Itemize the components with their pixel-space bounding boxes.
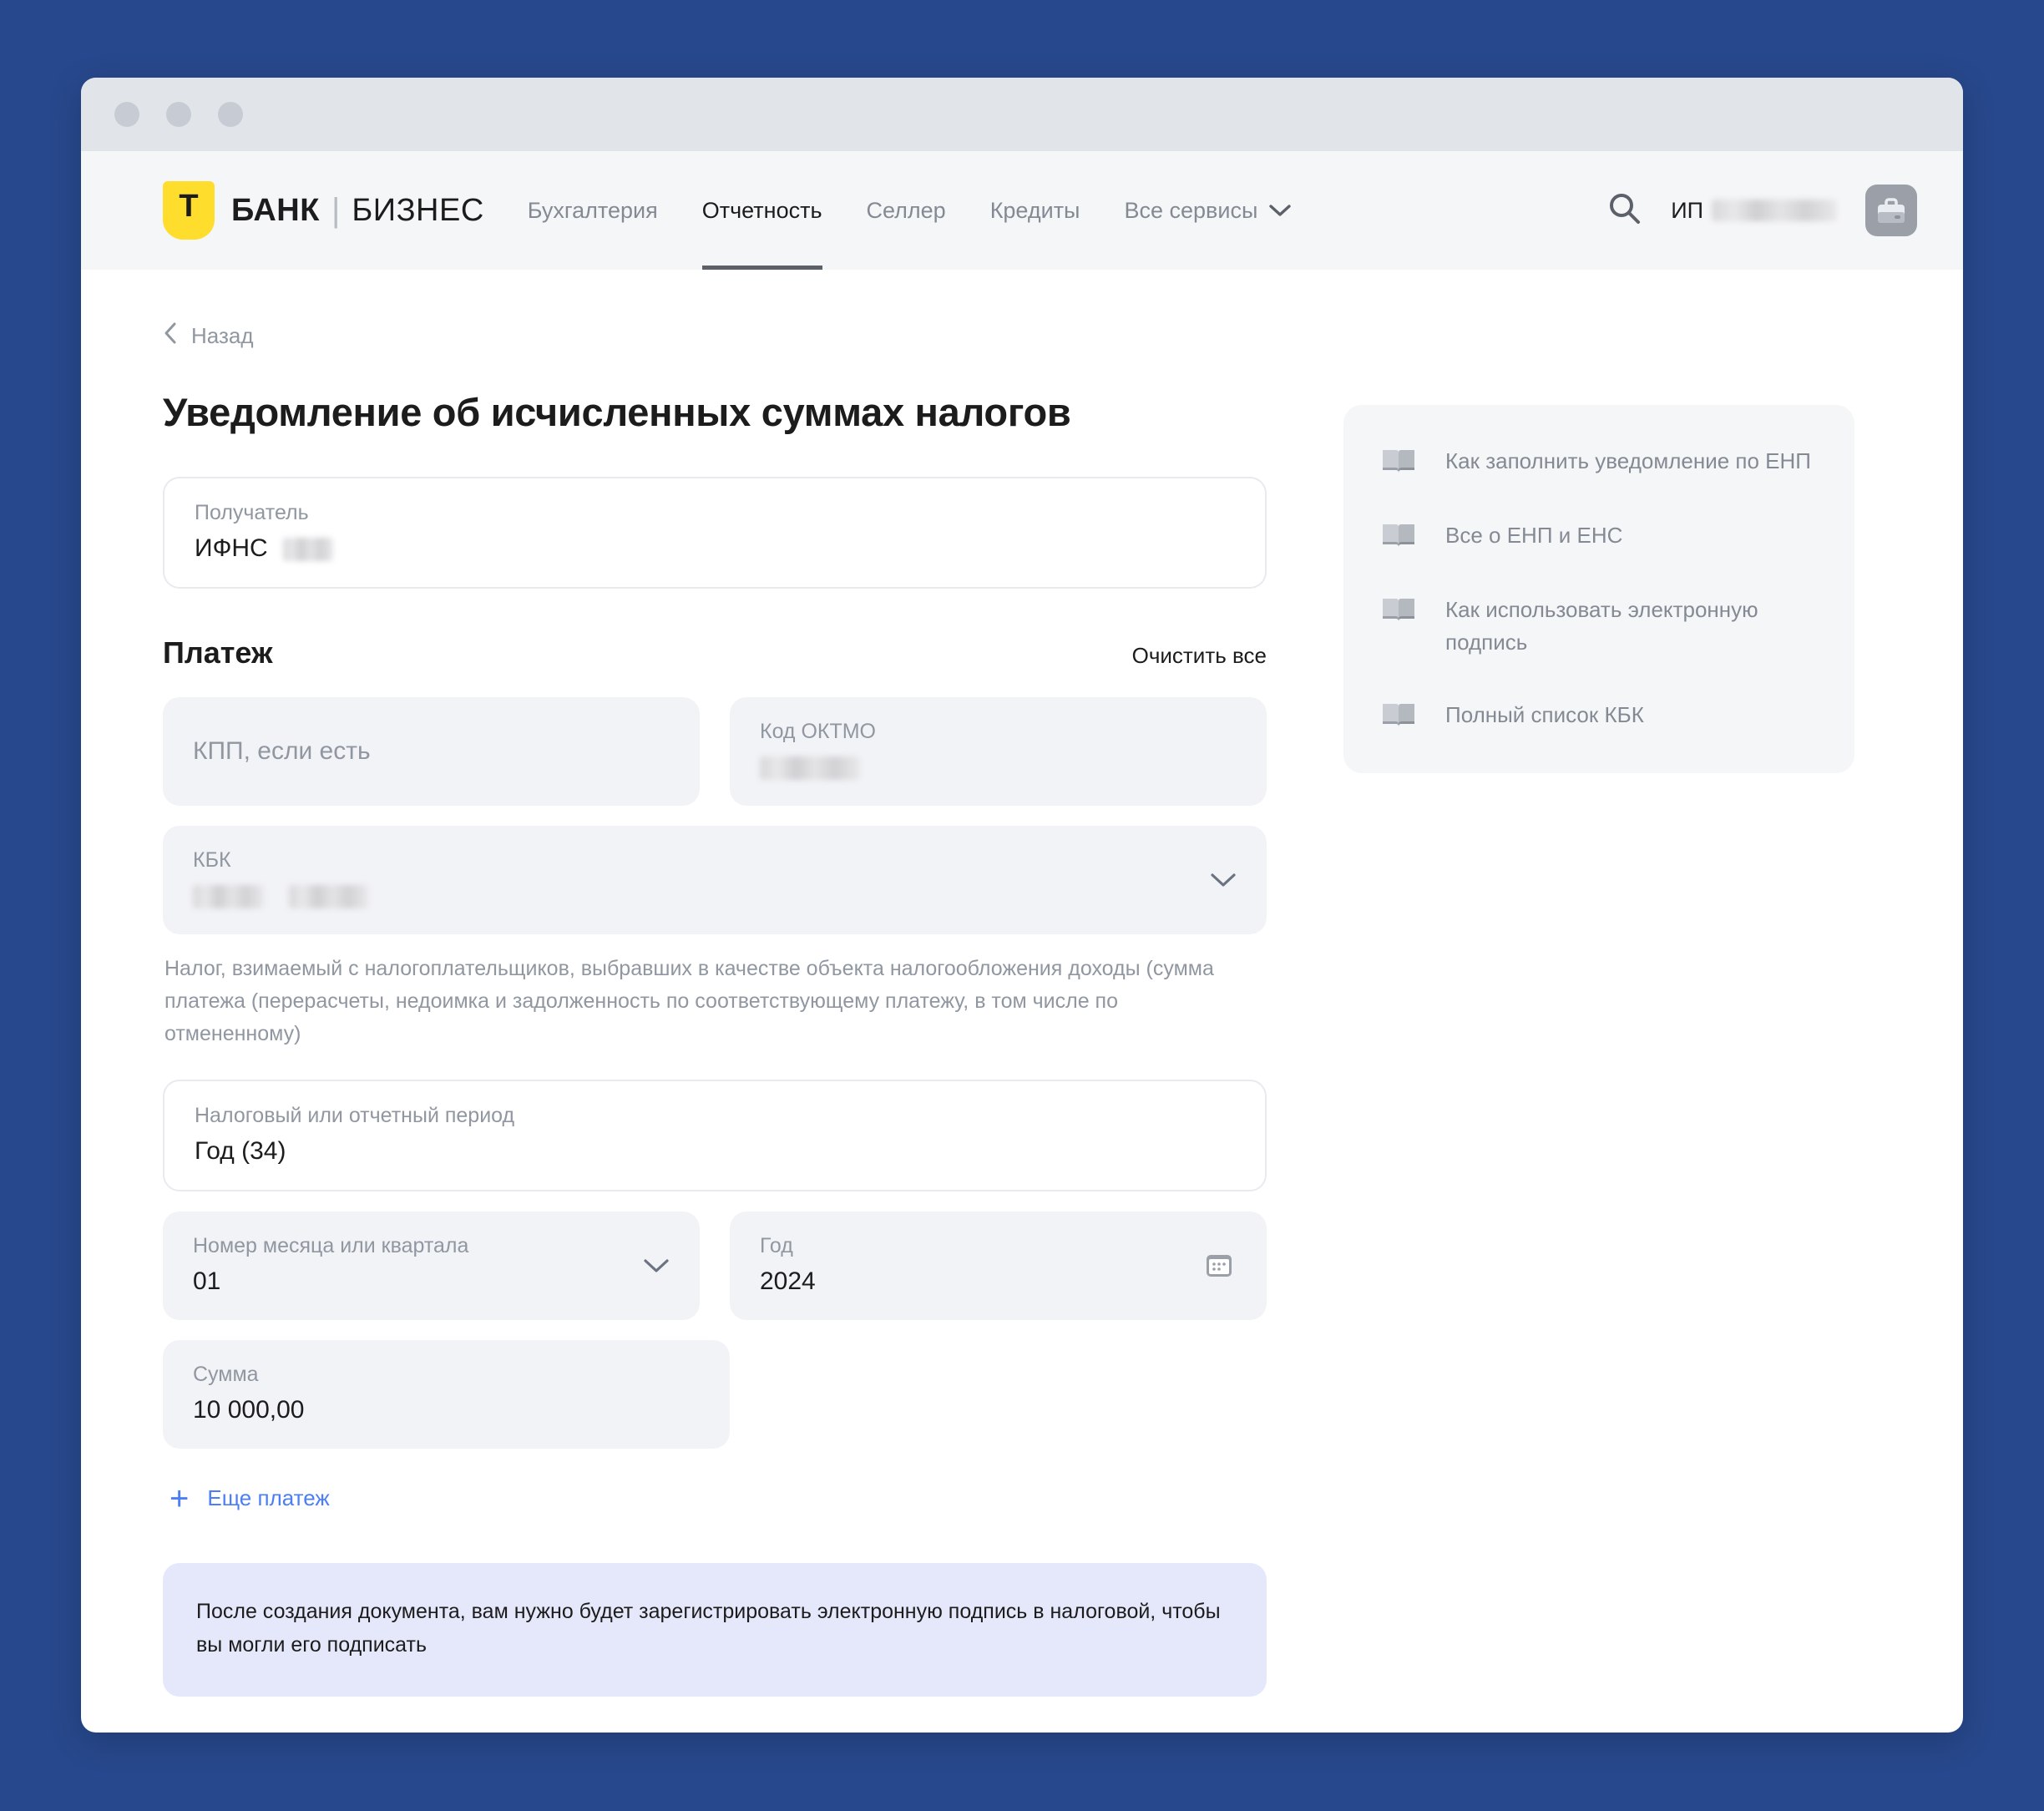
year-value: 2024 <box>760 1267 816 1296</box>
kbk-value <box>193 881 1237 911</box>
year-field[interactable]: Год 2024 <box>730 1212 1267 1321</box>
chevron-down-icon <box>1269 204 1292 217</box>
help-link-about-enp-ens[interactable]: Все о ЕНП и ЕНС <box>1380 518 1818 554</box>
amount-spacer <box>760 1340 1267 1449</box>
period-label: Налоговый или отчетный период <box>195 1104 515 1128</box>
shield-logo-icon: Т <box>163 181 215 240</box>
oktmo-label: Код ОКТМО <box>760 720 877 743</box>
back-link[interactable]: Назад <box>163 321 1267 351</box>
help-link-label: Как использовать электронную подпись <box>1445 597 1758 655</box>
close-dot[interactable] <box>114 102 139 127</box>
user-name-redacted <box>1712 200 1837 221</box>
payment-section-header: Платеж Очистить все <box>163 635 1267 670</box>
user-prefix: ИП <box>1671 197 1703 223</box>
page-content: Назад Уведомление об исчисленных суммах … <box>81 270 1963 1733</box>
amount-label: Сумма <box>193 1363 259 1387</box>
main-navigation: Бухгалтерия Отчетность Селлер Кредиты Вс… <box>528 151 1292 270</box>
book-icon <box>1380 701 1417 733</box>
book-icon <box>1380 595 1417 628</box>
brand-bank-label: БАНК <box>231 193 320 228</box>
nav-item-reporting[interactable]: Отчетность <box>701 151 822 270</box>
help-link-label: Как заполнить уведомление по ЕНП <box>1445 448 1811 473</box>
maximize-dot[interactable] <box>218 102 243 127</box>
help-link-fill-notification[interactable]: Как заполнить уведомление по ЕНП <box>1380 443 1818 479</box>
browser-titlebar <box>81 78 1963 151</box>
help-link-electronic-signature[interactable]: Как использовать электронную подпись <box>1380 592 1818 659</box>
month-quarter-field[interactable]: Номер месяца или квартала 01 <box>163 1212 700 1321</box>
nav-label: Селлер <box>866 197 946 223</box>
recipient-value-redacted <box>283 538 334 562</box>
oktmo-field[interactable]: Код ОКТМО <box>730 697 1267 806</box>
month-quarter-label: Номер месяца или квартала <box>193 1234 469 1258</box>
form-column: Назад Уведомление об исчисленных суммах … <box>163 321 1267 1733</box>
help-link-label: Все о ЕНП и ЕНС <box>1445 523 1623 548</box>
back-label: Назад <box>191 323 254 348</box>
amount-field[interactable]: Сумма 10 000,00 <box>163 1340 730 1449</box>
avatar[interactable] <box>1865 185 1917 236</box>
help-link-kbk-list[interactable]: Полный список КБК <box>1380 697 1818 733</box>
month-quarter-value: 01 <box>193 1267 221 1296</box>
logo-letter: Т <box>179 189 199 224</box>
oktmo-value <box>760 752 1237 782</box>
amount-value: 10 000,00 <box>193 1396 305 1424</box>
nav-label: Все сервисы <box>1124 197 1258 223</box>
add-payment-button[interactable]: + Еще платеж <box>169 1480 1267 1517</box>
plus-icon: + <box>169 1480 190 1517</box>
recipient-field[interactable]: Получатель ИФНС <box>163 477 1267 589</box>
kbk-label: КБК <box>193 848 231 872</box>
recipient-value-text: ИФНС <box>195 534 268 562</box>
nav-item-seller[interactable]: Селлер <box>867 151 946 270</box>
nav-label: Бухгалтерия <box>527 197 658 223</box>
recipient-value: ИФНС <box>195 534 1235 564</box>
month-year-row: Номер месяца или квартала 01 Год 2024 <box>163 1212 1267 1321</box>
minimize-dot[interactable] <box>166 102 191 127</box>
nav-item-accounting[interactable]: Бухгалтерия <box>528 151 658 270</box>
kpp-placeholder: КПП, если есть <box>193 737 371 765</box>
period-value: Год (34) <box>195 1137 286 1166</box>
kbk-value-redacted <box>193 885 264 909</box>
page-title: Уведомление об исчисленных суммах налого… <box>163 390 1071 434</box>
brand-separator: | <box>331 192 341 229</box>
book-icon <box>1380 521 1417 554</box>
add-payment-label: Еще платеж <box>207 1485 330 1511</box>
brand-logo[interactable]: Т БАНК | БИЗНЕС <box>163 181 484 240</box>
period-field[interactable]: Налоговый или отчетный период Год (34) <box>163 1080 1267 1192</box>
browser-window: Т БАНК | БИЗНЕС Бухгалтерия Отчетность С… <box>81 78 1963 1733</box>
nav-label: Кредиты <box>989 197 1080 223</box>
brand-text: БАНК | БИЗНЕС <box>231 194 484 227</box>
book-icon <box>1380 447 1417 479</box>
clear-all-button[interactable]: Очистить все <box>1132 643 1267 669</box>
nav-label: Отчетность <box>701 197 822 223</box>
help-column: Как заполнить уведомление по ЕНП Все о Е… <box>1343 321 1854 1733</box>
signature-notice: После создания документа, вам нужно буде… <box>163 1563 1267 1697</box>
app-header: Т БАНК | БИЗНЕС Бухгалтерия Отчетность С… <box>81 151 1963 270</box>
nav-item-credits[interactable]: Кредиты <box>990 151 1080 270</box>
header-right: ИП <box>1607 185 1917 236</box>
chevron-down-icon[interactable] <box>1210 872 1237 888</box>
chevron-down-icon[interactable] <box>643 1257 670 1274</box>
recipient-label: Получатель <box>195 501 309 524</box>
kbk-description: Налог, взимаемый с налогоплательщиков, в… <box>164 957 1214 1045</box>
chevron-left-icon <box>163 321 178 351</box>
amount-row: Сумма 10 000,00 <box>163 1340 1267 1449</box>
help-link-label: Полный список КБК <box>1445 702 1644 727</box>
year-label: Год <box>760 1234 793 1258</box>
kbk-field[interactable]: КБК <box>163 826 1267 934</box>
payment-heading: Платеж <box>163 635 273 670</box>
kbk-value-redacted-2 <box>289 885 369 909</box>
kpp-oktmo-row: КПП, если есть Код ОКТМО <box>163 697 1267 806</box>
briefcase-icon <box>1878 198 1905 223</box>
brand-business-label: БИЗНЕС <box>352 193 484 228</box>
calendar-icon[interactable] <box>1202 1248 1237 1283</box>
search-icon[interactable] <box>1607 191 1642 230</box>
help-panel: Как заполнить уведомление по ЕНП Все о Е… <box>1343 405 1854 773</box>
nav-item-all-services[interactable]: Все сервисы <box>1124 151 1292 270</box>
kpp-field[interactable]: КПП, если есть <box>163 697 700 806</box>
oktmo-value-redacted <box>760 756 860 781</box>
user-name[interactable]: ИП <box>1671 198 1837 224</box>
